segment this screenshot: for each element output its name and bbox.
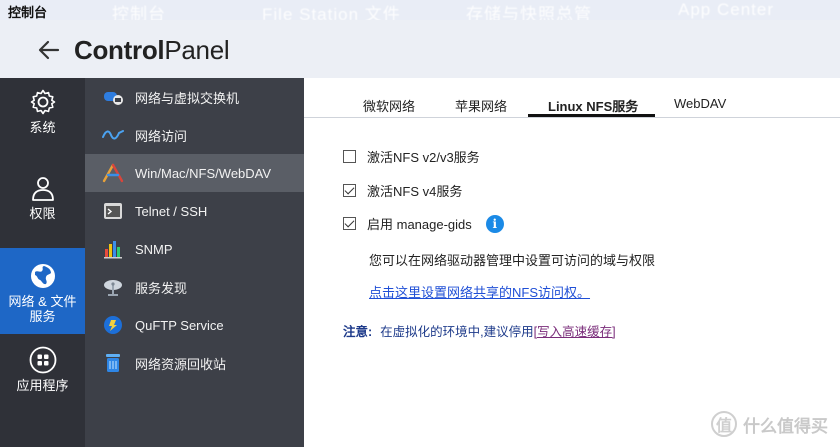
content-panel: 微软网络 苹果网络 Linux NFS服务 WebDAV 激活NFS v2/v3… <box>304 78 840 447</box>
tab-apple-network[interactable]: 苹果网络 <box>455 96 507 115</box>
menu-label: 网络与虚拟交换机 <box>135 90 240 106</box>
tab-linux-nfs[interactable]: Linux NFS服务 <box>548 96 638 115</box>
menu-item-telnet-ssh[interactable]: Telnet / SSH <box>85 192 304 230</box>
menu-label: 网络访问 <box>135 128 188 144</box>
watermark-logo-icon: 值 <box>711 411 737 437</box>
menu-label: 网络资源回收站 <box>135 356 227 372</box>
app-title: ControlPanel <box>74 35 230 65</box>
option-nfs-v2v3[interactable]: 激活NFS v2/v3服务 <box>343 147 480 166</box>
top-tab-app-center[interactable]: App Center <box>678 0 774 20</box>
recycle-bin-icon <box>101 351 125 375</box>
nfs-v2v3-checkbox[interactable] <box>343 150 356 163</box>
rail-item-network-file-services[interactable]: 网络 & 文件 服务 <box>0 248 85 334</box>
note-text: 注意: 在虚拟化的环境中,建议停用[写入高速缓存] <box>343 321 616 340</box>
info-icon[interactable]: i <box>485 214 504 233</box>
rail-item-system[interactable]: 系统 <box>0 88 85 158</box>
network-switch-icon <box>101 85 125 109</box>
menu-label: Telnet / SSH <box>135 203 208 219</box>
rail-label-network-file-services: 网络 & 文件 服务 <box>8 294 77 324</box>
tab-webdav[interactable]: WebDAV <box>674 96 726 111</box>
manage-gids-checkbox[interactable] <box>343 217 356 230</box>
menu-label: 服务发现 <box>135 280 188 296</box>
rail-item-applications[interactable]: 应用程序 <box>0 346 85 416</box>
gear-icon <box>30 89 55 115</box>
option-manage-gids[interactable]: 启用 manage-gids i <box>343 214 504 233</box>
menu-label: Win/Mac/NFS/WebDAV <box>135 165 272 181</box>
rail-label-system: 系统 <box>29 120 56 135</box>
snmp-chart-icon <box>101 237 125 261</box>
note-key: 注意: <box>343 325 373 339</box>
ftp-icon <box>101 313 125 337</box>
top-tab-control-panel[interactable]: 控制台 <box>8 2 47 20</box>
menu-item-snmp[interactable]: SNMP <box>85 230 304 268</box>
menu-label: QuFTP Service <box>135 317 224 333</box>
menu-item-network-recycle-bin[interactable]: 网络资源回收站 <box>85 344 304 382</box>
rail-label-applications: 应用程序 <box>16 378 69 393</box>
app-header: ControlPanel <box>0 20 840 78</box>
rail-label-permission: 权限 <box>29 206 56 221</box>
category-rail: 系统 权限 网络 & 文件 服务 应用程序 <box>0 78 85 447</box>
satellite-dish-icon <box>101 275 125 299</box>
menu-item-network-virtual-switch[interactable]: 网络与虚拟交换机 <box>85 78 304 116</box>
watermark-text: 什么值得买 <box>743 416 828 436</box>
menu-item-win-mac-nfs-webdav[interactable]: Win/Mac/NFS/WebDAV <box>85 154 304 192</box>
user-icon <box>31 177 54 201</box>
top-tab-storage[interactable]: 存储与快照总管 <box>466 0 592 20</box>
apps-icon <box>29 346 56 374</box>
nfs-v4-label: 激活NFS v4服务 <box>367 184 463 199</box>
menu-item-quftp[interactable]: QuFTP Service <box>85 306 304 344</box>
active-tab-indicator <box>528 114 655 117</box>
menu-item-network-access[interactable]: 网络访问 <box>85 116 304 154</box>
top-tab-dup-control[interactable]: 控制台 <box>112 0 166 20</box>
note-message: 在虚拟化的环境中,建议停用 <box>380 325 534 339</box>
service-tabs: 微软网络 苹果网络 Linux NFS服务 WebDAV <box>304 78 840 118</box>
write-cache-link[interactable]: [写入高速缓存] <box>534 325 616 339</box>
nfs-v4-checkbox[interactable] <box>343 184 356 197</box>
menu-item-service-discovery[interactable]: 服务发现 <box>85 268 304 306</box>
back-arrow-icon[interactable] <box>38 40 60 60</box>
file-sharing-icon <box>101 161 125 185</box>
watermark: 值 什么值得买 <box>711 411 828 437</box>
globe-icon <box>30 264 55 288</box>
top-tab-file-station[interactable]: File Station 文件 <box>262 0 401 20</box>
service-menu: 网络与虚拟交换机 网络访问 Win/Mac/NFS/WebDAV Telnet … <box>85 78 304 447</box>
top-tab-bar: 控制台 控制台 File Station 文件 存储与快照总管 App Cent… <box>0 0 840 20</box>
manage-gids-label: 启用 manage-gids <box>367 217 472 232</box>
tab-microsoft-network[interactable]: 微软网络 <box>363 96 415 115</box>
option-nfs-v4[interactable]: 激活NFS v4服务 <box>343 181 462 200</box>
terminal-icon <box>101 199 125 223</box>
rail-item-permission[interactable]: 权限 <box>0 174 85 244</box>
menu-label: SNMP <box>135 241 173 257</box>
nfs-access-rights-link[interactable]: 点击这里设置网络共享的NFS访问权。 <box>369 282 590 301</box>
nfs-v2v3-label: 激活NFS v2/v3服务 <box>367 150 480 165</box>
description-text: 您可以在网络驱动器管理中设置可访问的域与权限 <box>369 253 656 268</box>
network-access-icon <box>101 123 125 147</box>
